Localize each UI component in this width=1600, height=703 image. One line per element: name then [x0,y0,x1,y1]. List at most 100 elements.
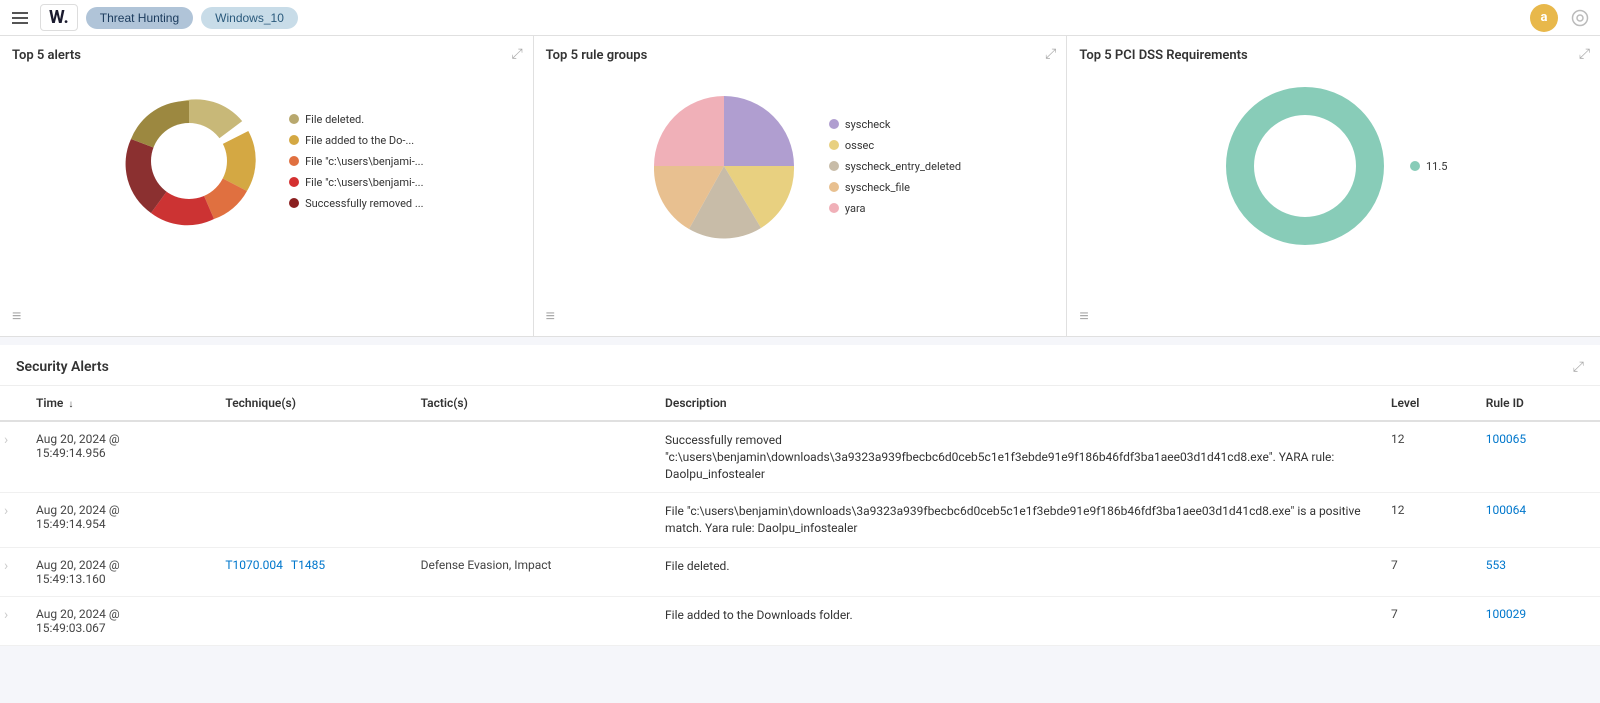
legend-dot [829,182,839,192]
row-expand-cell[interactable]: › [0,421,24,493]
row-techniques: T1070.004 T1485 [213,547,408,596]
row-rule-id[interactable]: 100029 [1474,596,1600,645]
row-rule-id[interactable]: 100065 [1474,421,1600,493]
chart-top5-pci: Top 5 PCI DSS Requirements ⤢ 11.5 ≡ [1067,36,1600,336]
legend-label: 11.5 [1426,160,1447,173]
chart1-donut [109,81,269,241]
chart3-legend: 11.5 [1410,160,1447,173]
app-logo: W. [40,4,78,31]
row-time: Aug 20, 2024 @15:49:03.067 [24,596,213,645]
alerts-section-title: Security Alerts [16,359,109,375]
row-level: 7 [1379,547,1474,596]
tab-windows10[interactable]: Windows_10 [201,7,298,29]
row-rule-id[interactable]: 100064 [1474,493,1600,548]
legend-item: yara [829,202,961,215]
legend-label: ossec [845,139,874,152]
rule-id-link[interactable]: 553 [1486,558,1506,572]
row-time: Aug 20, 2024 @15:49:13.160 [24,547,213,596]
row-tactics: Defense Evasion, Impact [409,547,653,596]
rule-id-link[interactable]: 100029 [1486,607,1526,621]
alerts-table-container: Time ↓ Technique(s) Tactic(s) Descriptio… [0,386,1600,646]
chart2-content: syscheck ossec syscheck_entry_deleted sy… [546,71,1055,261]
row-description: File added to the Downloads folder. [653,596,1379,645]
row-time: Aug 20, 2024 @15:49:14.956 [24,421,213,493]
chart3-expand-icon[interactable]: ⤢ [1579,46,1590,62]
chevron-right-icon: › [4,558,8,574]
table-header-row: Time ↓ Technique(s) Tactic(s) Descriptio… [0,386,1600,421]
th-techniques: Technique(s) [213,386,408,421]
chevron-right-icon: › [4,503,8,519]
technique-link[interactable]: T1485 [291,558,325,572]
legend-item: 11.5 [1410,160,1447,173]
alerts-table: Time ↓ Technique(s) Tactic(s) Descriptio… [0,386,1600,646]
legend-item: Successfully removed ... [289,197,424,210]
chart-top5-alerts: Top 5 alerts ⤢ [0,36,534,336]
row-tactics [409,596,653,645]
legend-item: ossec [829,139,961,152]
legend-dot [289,135,299,145]
row-expand-cell[interactable]: › [0,493,24,548]
legend-dot [289,114,299,124]
alerts-table-body: ›Aug 20, 2024 @15:49:14.956Successfully … [0,421,1600,645]
legend-dot [829,203,839,213]
topbar: W. Threat Hunting Windows_10 a [0,0,1600,36]
legend-item: File "c:\users\benjami-... [289,155,424,168]
legend-item: syscheck_entry_deleted [829,160,961,173]
chart1-legend: File deleted. File added to the Do-... F… [289,113,424,210]
row-description: Successfully removed "c:\users\benjamin\… [653,421,1379,493]
settings-icon[interactable] [1568,6,1592,30]
legend-label: File "c:\users\benjami-... [305,176,423,189]
rule-id-link[interactable]: 100064 [1486,503,1526,517]
legend-dot [829,140,839,150]
row-rule-id[interactable]: 553 [1474,547,1600,596]
row-description: File "c:\users\benjamin\downloads\3a9323… [653,493,1379,548]
legend-label: File added to the Do-... [305,134,414,147]
legend-dot [289,156,299,166]
legend-item: syscheck [829,118,961,131]
hamburger-menu[interactable] [8,6,32,30]
legend-label: File deleted. [305,113,364,126]
row-expand-cell[interactable]: › [0,547,24,596]
th-level: Level [1379,386,1474,421]
th-description: Description [653,386,1379,421]
legend-label: File "c:\users\benjami-... [305,155,423,168]
row-tactics [409,493,653,548]
row-tactics [409,421,653,493]
legend-dot [829,119,839,129]
chart2-legend: syscheck ossec syscheck_entry_deleted sy… [829,118,961,215]
chart1-footer-icon: ≡ [12,306,21,326]
th-tactics: Tactic(s) [409,386,653,421]
chart3-donut [1220,81,1390,251]
legend-label: yara [845,202,866,215]
tab-threat-hunting[interactable]: Threat Hunting [86,7,193,29]
chart-top5-rule-groups: Top 5 rule groups ⤢ syscheck ossec [534,36,1068,336]
legend-label: Successfully removed ... [305,197,424,210]
legend-label: syscheck [845,118,891,131]
legend-label: syscheck_entry_deleted [845,160,961,173]
table-row: ›Aug 20, 2024 @15:49:14.956 Successfully … [0,421,1600,493]
chart2-title: Top 5 rule groups [546,48,1055,63]
rule-id-link[interactable]: 100065 [1486,432,1526,446]
chevron-right-icon: › [4,607,8,623]
legend-item: File deleted. [289,113,424,126]
user-avatar[interactable]: a [1530,4,1558,32]
chart2-footer-icon: ≡ [546,306,555,326]
chart3-title: Top 5 PCI DSS Requirements [1079,48,1588,63]
th-time[interactable]: Time ↓ [24,386,213,421]
chart1-content: File deleted. File added to the Do-... F… [12,71,521,251]
chart1-expand-icon[interactable]: ⤢ [511,46,522,62]
row-expand-cell[interactable]: › [0,596,24,645]
chart2-expand-icon[interactable]: ⤢ [1045,46,1056,62]
table-row: ›Aug 20, 2024 @15:49:14.954File "c:\user… [0,493,1600,548]
technique-link[interactable]: T1070.004 [225,558,283,572]
row-level: 12 [1379,421,1474,493]
legend-item: File added to the Do-... [289,134,424,147]
security-alerts-section: Security Alerts ⤢ Time ↓ Technique(s) Ta… [0,345,1600,646]
legend-dot [289,177,299,187]
charts-row: Top 5 alerts ⤢ [0,36,1600,337]
th-expand [0,386,24,421]
legend-dot [829,161,839,171]
th-time-label: Time [36,396,63,410]
legend-item: syscheck_file [829,181,961,194]
alerts-expand-icon[interactable]: ⤢ [1573,359,1584,375]
